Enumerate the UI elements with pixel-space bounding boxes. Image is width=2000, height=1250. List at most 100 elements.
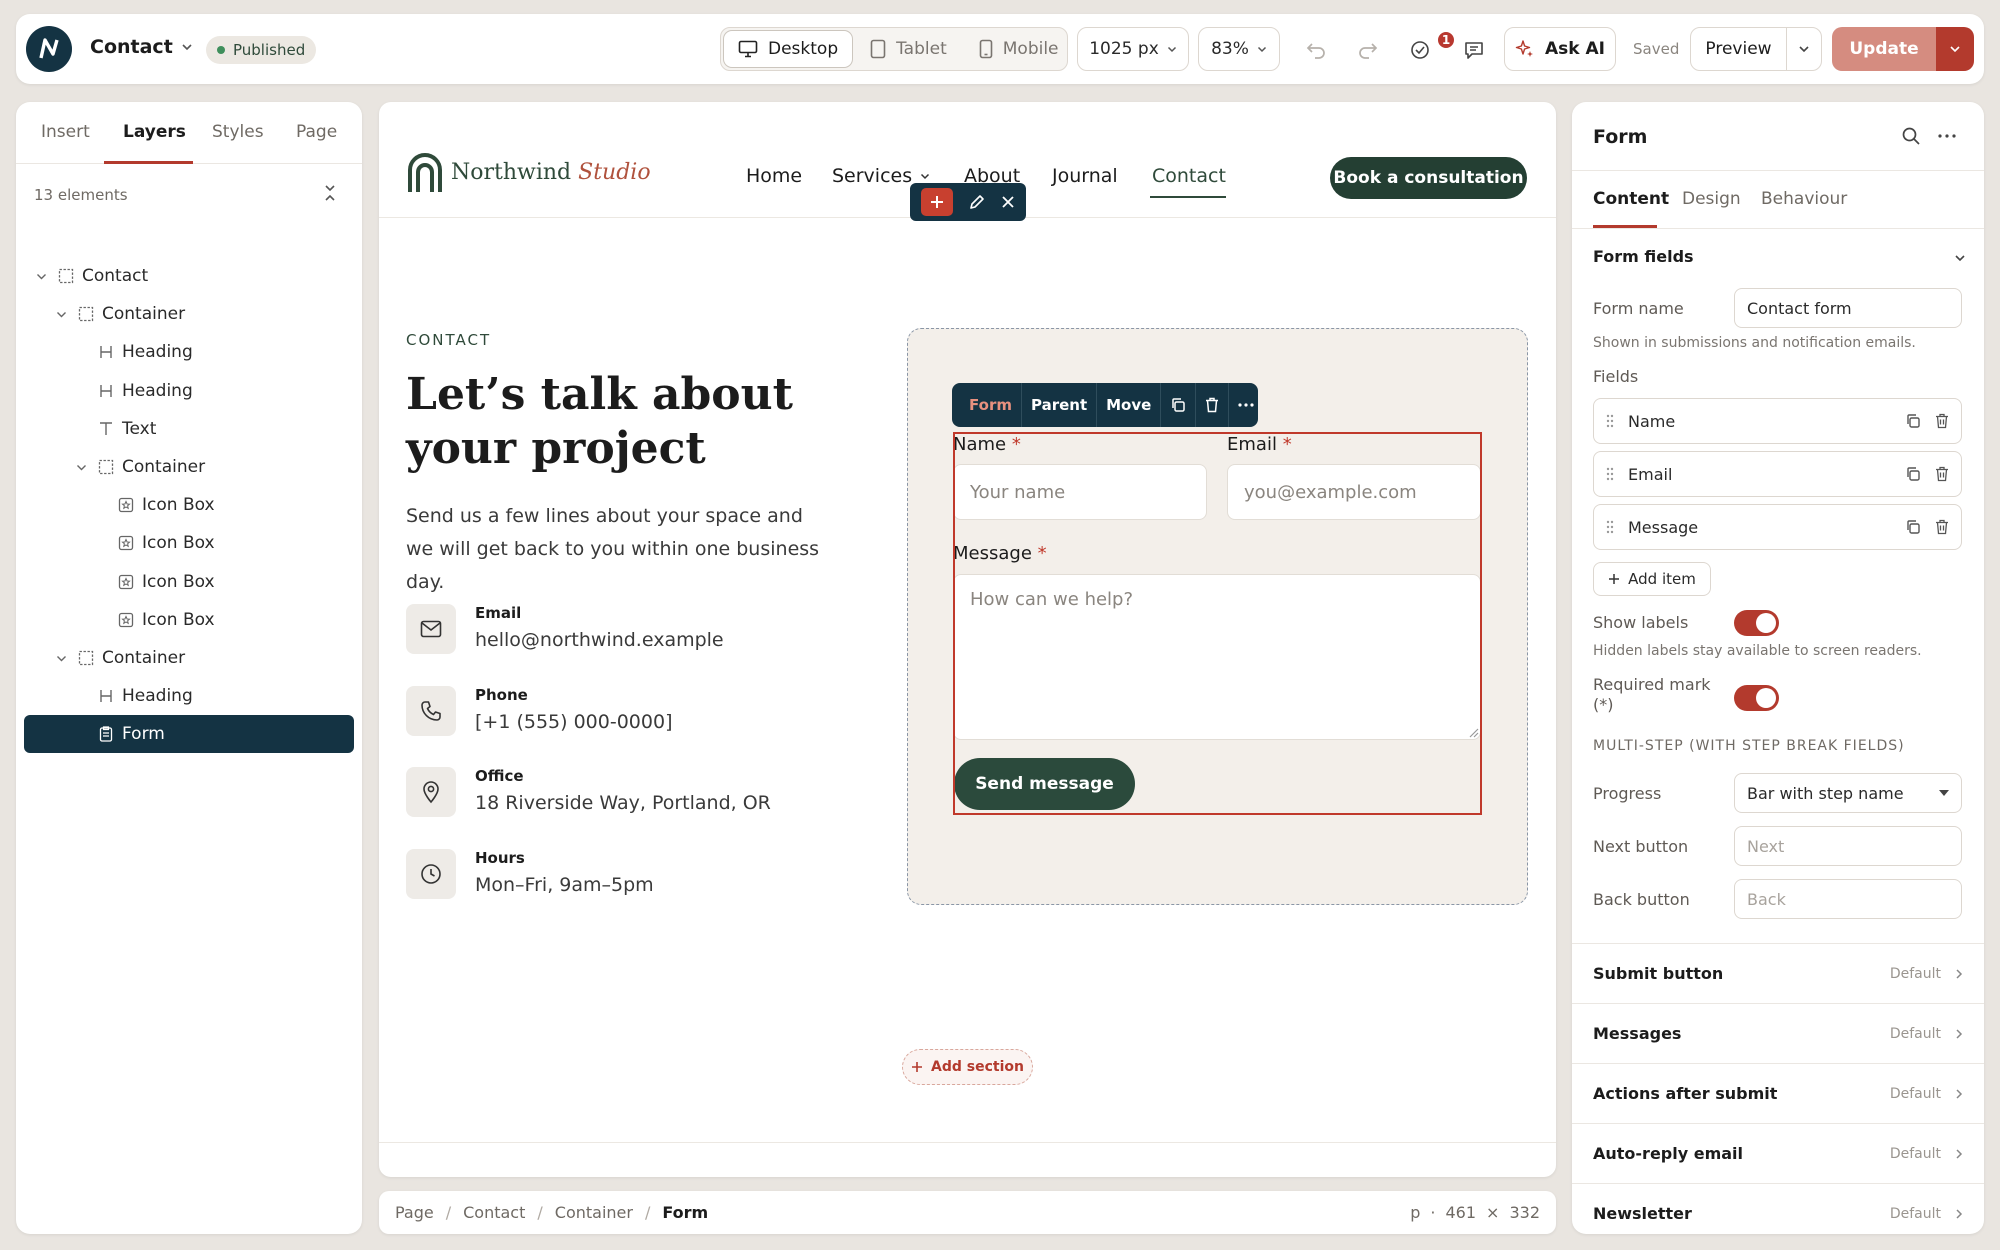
form-selection-outline: [953, 432, 1482, 815]
layer-row-heading[interactable]: Heading: [24, 372, 354, 410]
zoom-select[interactable]: 83%: [1198, 27, 1280, 71]
tab-behaviour[interactable]: Behaviour: [1761, 189, 1847, 209]
breadcrumb-container[interactable]: Container: [555, 1203, 633, 1222]
field-row[interactable]: Email: [1593, 451, 1962, 497]
chevron-down-icon[interactable]: [54, 651, 68, 665]
duplicate-icon[interactable]: [1905, 466, 1921, 482]
device-mobile-button[interactable]: Mobile: [965, 31, 1073, 67]
add-section-button[interactable]: Add section: [902, 1049, 1033, 1085]
accordion-messages[interactable]: Messages Default: [1572, 1003, 1984, 1063]
nav-home[interactable]: Home: [746, 165, 802, 187]
preview-options-button[interactable]: [1787, 43, 1821, 55]
drag-handle-icon[interactable]: [1606, 520, 1614, 534]
layer-row-container[interactable]: Container: [24, 639, 354, 677]
required-mark-toggle[interactable]: [1734, 685, 1779, 711]
contact-office[interactable]: Office 18 Riverside Way, Portland, OR: [406, 767, 826, 827]
contact-hours[interactable]: Hours Mon–Fri, 9am–5pm: [406, 849, 826, 909]
layer-row-container[interactable]: Container: [24, 448, 354, 486]
layer-row-heading[interactable]: Heading: [24, 677, 354, 715]
accessibility-button[interactable]: [1404, 34, 1436, 66]
chevron-down-icon[interactable]: [74, 460, 88, 474]
duplicate-icon[interactable]: [1905, 519, 1921, 535]
book-consultation-button[interactable]: Book a consultation: [1330, 157, 1527, 199]
tab-content[interactable]: Content: [1593, 189, 1669, 209]
container-icon: [98, 459, 114, 475]
field-row[interactable]: Name: [1593, 398, 1962, 444]
form-fields-section-title[interactable]: Form fields: [1593, 247, 1694, 266]
next-button-input[interactable]: Next: [1734, 826, 1962, 866]
chevron-down-icon: [1167, 46, 1176, 53]
drag-handle-icon[interactable]: [1606, 467, 1614, 481]
edit-element-button[interactable]: [968, 193, 986, 211]
redo-button[interactable]: [1352, 34, 1384, 66]
device-tablet-button[interactable]: Tablet: [856, 31, 961, 67]
nav-contact[interactable]: Contact: [1152, 165, 1226, 187]
layer-row-heading[interactable]: Heading: [24, 333, 354, 371]
trash-icon[interactable]: [1935, 519, 1949, 535]
add-item-button[interactable]: Add item: [1593, 562, 1711, 596]
layer-row-container[interactable]: Contact: [24, 257, 354, 295]
panel-more-button[interactable]: [1938, 134, 1956, 138]
update-options-button[interactable]: [1936, 27, 1974, 71]
accordion-actions-after-submit[interactable]: Actions after submit Default: [1572, 1063, 1984, 1123]
container-icon: [78, 306, 94, 322]
chevron-right-icon: [1955, 1208, 1963, 1220]
toolbar-delete-button[interactable]: [1196, 383, 1230, 427]
nav-journal[interactable]: Journal: [1052, 165, 1118, 187]
page-heading[interactable]: Let’s talk about your project: [406, 368, 806, 476]
form-name-input[interactable]: Contact form: [1734, 288, 1962, 328]
toolbar-move-button[interactable]: Move: [1097, 383, 1162, 427]
accordion-newsletter[interactable]: Newsletter Default: [1572, 1183, 1984, 1234]
duplicate-icon[interactable]: [1905, 413, 1921, 429]
comments-button[interactable]: [1458, 34, 1490, 66]
tab-layers[interactable]: Layers: [123, 122, 186, 142]
tab-styles[interactable]: Styles: [212, 122, 264, 142]
close-toolbar-button[interactable]: [1001, 195, 1015, 209]
breadcrumb-contact[interactable]: Contact: [463, 1203, 525, 1222]
chevron-down-icon[interactable]: [54, 307, 68, 321]
page-selector[interactable]: Contact: [90, 36, 193, 58]
drag-handle-icon[interactable]: [1606, 414, 1614, 428]
layer-row-form[interactable]: Form: [24, 715, 354, 754]
layer-row-iconbox[interactable]: Icon Box: [24, 601, 354, 639]
lead-text[interactable]: Send us a few lines about your space and…: [406, 500, 836, 599]
layer-row-iconbox[interactable]: Icon Box: [24, 486, 354, 524]
layer-row-iconbox[interactable]: Icon Box: [24, 524, 354, 562]
toolbar-parent-button[interactable]: Parent: [1022, 383, 1098, 427]
collapse-all-button[interactable]: [322, 184, 338, 202]
tab-design[interactable]: Design: [1682, 189, 1741, 209]
add-element-button[interactable]: [921, 188, 954, 216]
layer-row-iconbox[interactable]: Icon Box: [24, 563, 354, 601]
device-desktop-button[interactable]: Desktop: [724, 31, 853, 67]
site-brand[interactable]: Northwind Studio: [407, 152, 651, 192]
progress-select[interactable]: Bar with step name: [1734, 773, 1962, 813]
preview-button[interactable]: Preview: [1691, 28, 1787, 70]
toolbar-duplicate-button[interactable]: [1161, 383, 1197, 427]
chevron-down-icon[interactable]: [34, 269, 48, 283]
width-select[interactable]: 1025 px: [1077, 27, 1189, 71]
contact-email[interactable]: Email hello@northwind.example: [406, 604, 826, 664]
undo-icon: [1306, 43, 1325, 59]
layer-row-text[interactable]: Text: [24, 410, 354, 448]
back-button-input[interactable]: Back: [1734, 879, 1962, 919]
toolbar-form-button[interactable]: Form: [960, 383, 1022, 427]
field-row[interactable]: Message: [1593, 504, 1962, 550]
accordion-auto-reply-email[interactable]: Auto-reply email Default: [1572, 1123, 1984, 1183]
contact-phone[interactable]: Phone [+1 (555) 000-0000]: [406, 686, 826, 746]
layer-row-container[interactable]: Container: [24, 295, 354, 333]
toolbar-more-button[interactable]: [1229, 383, 1263, 427]
show-labels-toggle[interactable]: [1734, 610, 1779, 636]
panel-divider: [1572, 170, 1984, 171]
tab-page[interactable]: Page: [296, 122, 337, 142]
app-logo-icon[interactable]: [26, 26, 72, 72]
tab-insert[interactable]: Insert: [41, 122, 90, 142]
undo-button[interactable]: [1300, 34, 1332, 66]
accordion-submit-button[interactable]: Submit button Default: [1572, 943, 1984, 1003]
ask-ai-button[interactable]: Ask AI: [1504, 27, 1616, 71]
section-collapse-button[interactable]: [1954, 252, 1966, 264]
update-button[interactable]: Update: [1832, 27, 1936, 71]
trash-icon[interactable]: [1935, 466, 1949, 482]
panel-search-button[interactable]: [1901, 126, 1921, 146]
trash-icon[interactable]: [1935, 413, 1949, 429]
breadcrumb-page[interactable]: Page: [395, 1203, 434, 1222]
